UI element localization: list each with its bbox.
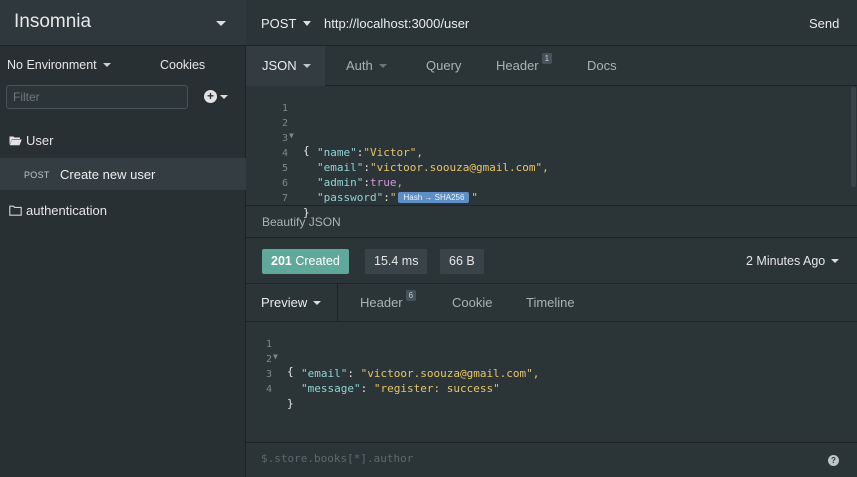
tab-json[interactable]: JSON xyxy=(246,46,325,86)
tab-preview[interactable]: Preview xyxy=(246,284,339,322)
chevron-down-icon xyxy=(831,259,840,263)
app-title: Insomnia xyxy=(14,11,92,32)
send-button[interactable]: Send xyxy=(809,16,839,31)
history-label: 2 Minutes Ago xyxy=(746,254,826,268)
code-line: 4 } xyxy=(246,371,846,410)
sidebar-folder-authentication[interactable]: authentication xyxy=(9,203,107,218)
request-tabs: JSON Auth Query Header 1 Docs xyxy=(246,46,857,86)
insomnia-app: Insomnia No Environment Cookies + User P… xyxy=(0,0,857,477)
cookies-button[interactable]: Cookies xyxy=(160,58,205,72)
tab-docs[interactable]: Docs xyxy=(587,46,617,86)
code-line: 2 "email": "victoor.soouza@gmail.com", xyxy=(246,341,846,380)
tab-label: JSON xyxy=(262,58,297,73)
tab-query[interactable]: Query xyxy=(426,46,461,86)
header-count-badge: 6 xyxy=(405,290,417,301)
environment-label: No Environment xyxy=(7,58,97,72)
status-text: Created xyxy=(295,254,340,268)
folder-label: authentication xyxy=(26,203,107,218)
method-dropdown[interactable]: POST xyxy=(261,16,312,31)
header-count-badge: 1 xyxy=(541,53,553,64)
tab-label: Auth xyxy=(346,58,373,73)
tab-response-header[interactable]: Header 6 xyxy=(360,284,417,322)
code-line: 1 xyxy=(246,90,846,114)
tab-auth[interactable]: Auth xyxy=(346,46,387,86)
workspace-chevron-down-icon[interactable] xyxy=(216,21,226,26)
request-name: Create new user xyxy=(60,167,156,182)
help-icon[interactable]: ? xyxy=(828,455,839,466)
plus-circle-icon: + xyxy=(204,90,217,103)
line-number: 4 xyxy=(265,384,272,395)
response-time-badge: 15.4 ms xyxy=(365,249,428,274)
response-size-badge: 66 B xyxy=(440,249,484,274)
chevron-down-icon xyxy=(302,64,311,68)
code-line: 3 "name":"Victor", xyxy=(246,120,846,159)
tab-cookie[interactable]: Cookie xyxy=(452,284,492,322)
code-text: } xyxy=(287,397,294,410)
add-request-button[interactable]: + xyxy=(204,90,230,104)
response-tabs: Preview Header 6 Cookie Timeline xyxy=(246,284,857,322)
sidebar-filter-input[interactable] xyxy=(6,85,188,109)
code-line: 2 ▼ { xyxy=(246,105,846,157)
code-line: 7 } xyxy=(246,180,846,219)
tab-label: Header xyxy=(360,295,403,310)
response-filter-input[interactable]: $.store.books[*].author xyxy=(261,452,413,465)
folder-label: User xyxy=(26,133,54,148)
status-badge: 201 Created xyxy=(262,249,349,274)
code-line: 1 ▼ { xyxy=(246,326,846,378)
response-status-bar: 201 Created 15.4 ms 66 B 2 Minutes Ago xyxy=(246,238,857,284)
code-line: 3 "message": "register: success" xyxy=(246,356,846,395)
response-preview: 1 ▼ { 2 "email": "victoor.soouza@gmail.c… xyxy=(246,324,857,434)
chevron-down-icon xyxy=(313,301,322,305)
sidebar-request-create-new-user[interactable]: POST Create new user xyxy=(0,158,246,190)
beautify-json-button[interactable]: Beautify JSON xyxy=(262,215,341,229)
chevron-down-icon xyxy=(102,63,111,67)
editor-footer: Beautify JSON xyxy=(246,205,857,238)
code-line: 6 "password":" Hash → SHA256 " xyxy=(246,165,846,204)
chevron-down-icon xyxy=(303,21,312,26)
tab-timeline[interactable]: Timeline xyxy=(526,284,575,322)
response-filter-bar: $.store.books[*].author ? xyxy=(246,442,857,477)
tab-header[interactable]: Header 1 xyxy=(496,46,553,86)
code-line: 5 "admin":true, xyxy=(246,150,846,189)
folder-closed-icon xyxy=(9,205,22,216)
chevron-down-icon xyxy=(378,64,387,68)
code-line: 4 "email":"victoor.soouza@gmail.com", xyxy=(246,135,846,174)
tab-label: Preview xyxy=(261,295,308,310)
workspace-header[interactable]: Insomnia xyxy=(0,0,246,46)
editor-scrollbar[interactable] xyxy=(851,87,856,187)
environment-row: No Environment Cookies xyxy=(0,46,246,84)
tab-label: Header xyxy=(496,58,539,73)
chevron-down-icon xyxy=(220,95,228,99)
method-label: POST xyxy=(261,16,297,31)
request-body-editor[interactable]: 1 2 ▼ { 3 "name":"Victor", 4 "email":"vi… xyxy=(246,87,857,219)
sidebar-folder-user[interactable]: User xyxy=(9,133,53,148)
sidebar: Insomnia No Environment Cookies + User P… xyxy=(0,0,246,477)
environment-dropdown[interactable]: No Environment xyxy=(7,58,111,72)
url-bar: POST http://localhost:3000/user Send xyxy=(246,0,857,46)
status-code: 201 xyxy=(271,254,292,268)
history-dropdown[interactable]: 2 Minutes Ago xyxy=(746,254,840,268)
main-panel: POST http://localhost:3000/user Send JSO… xyxy=(246,0,857,477)
folder-open-icon xyxy=(9,136,22,146)
url-input[interactable]: http://localhost:3000/user xyxy=(324,16,469,31)
request-method-badge: POST xyxy=(24,170,50,180)
line-number: 7 xyxy=(281,193,288,204)
